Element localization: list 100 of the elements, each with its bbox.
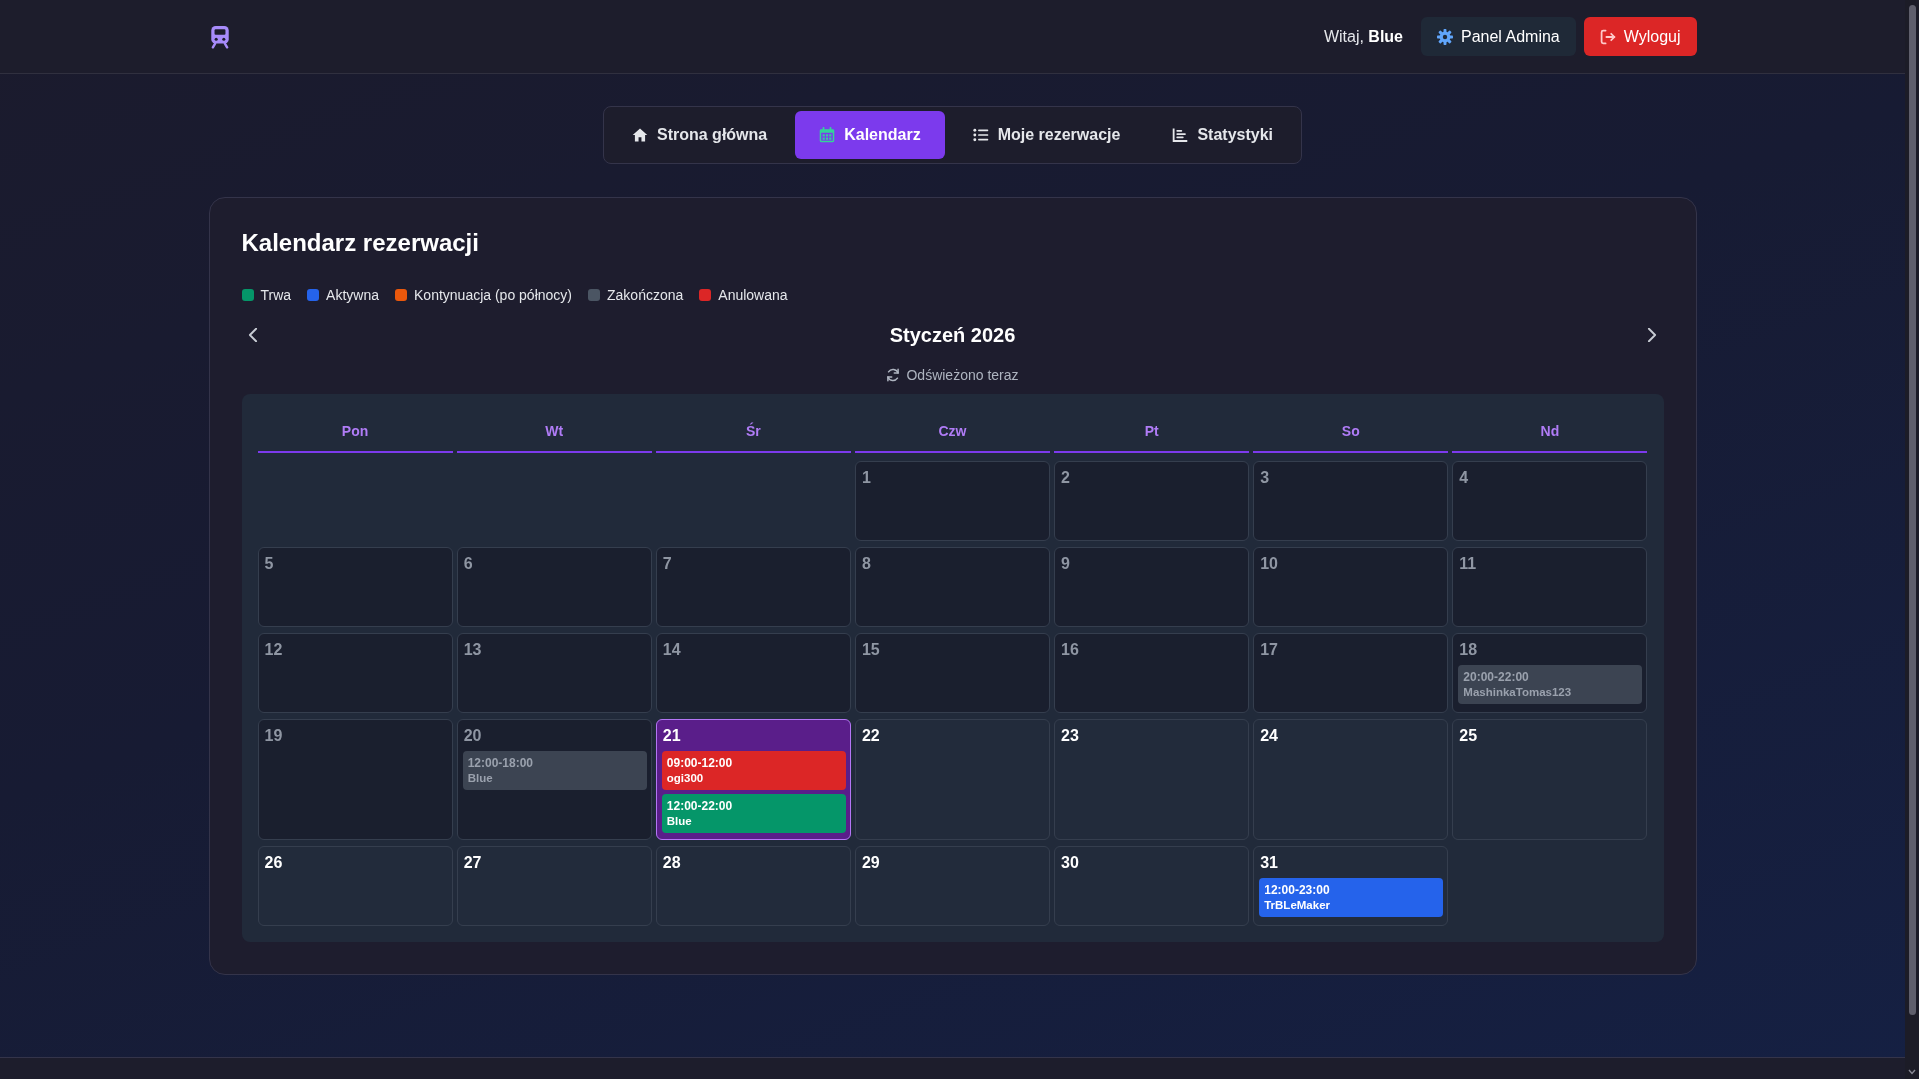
weekday-header: Pt — [1054, 410, 1250, 453]
reservation-chip[interactable]: 09:00-12:00 ogi300 — [661, 751, 846, 790]
day-cell[interactable]: 4 — [1452, 461, 1648, 541]
day-cell[interactable]: 21 09:00-12:00 ogi300 12:00-22:00 Blue — [655, 719, 851, 840]
day-cell[interactable]: 5 — [257, 547, 453, 627]
weekday-header: Pon — [257, 410, 453, 453]
scrollbar-thumb[interactable] — [1908, 5, 1916, 1015]
nav-tab[interactable]: Statystyki — [1148, 111, 1297, 159]
reservation-user: Blue — [666, 814, 693, 829]
reservation-chip[interactable]: 12:00-23:00 TrBLeMaker — [1259, 878, 1444, 917]
list-icon — [972, 127, 989, 143]
logout-button[interactable]: Wyloguj — [1583, 17, 1697, 56]
day-cell[interactable]: 23 — [1054, 719, 1250, 840]
month-title: Styczeń 2026 — [889, 323, 1016, 348]
day-number: 11 — [1458, 554, 1478, 574]
legend-label: Trwa — [260, 286, 292, 305]
day-cell[interactable]: 11 — [1452, 547, 1648, 627]
nav-tab[interactable]: Strona główna — [608, 111, 792, 159]
day-cell[interactable]: 28 — [655, 846, 851, 926]
weekday-header: Wt — [456, 410, 652, 453]
day-cell[interactable]: 29 — [854, 846, 1051, 926]
day-number: 5 — [263, 554, 275, 574]
day-cell[interactable]: 14 — [655, 633, 851, 713]
reservation-time: 12:00-23:00 — [1264, 882, 1331, 898]
day-number: 14 — [661, 640, 682, 660]
refresh-icon — [886, 368, 901, 382]
nav-tab[interactable]: Kalendarz — [795, 111, 945, 159]
legend-label: Aktywna — [326, 286, 379, 305]
day-cell[interactable]: 3 — [1253, 461, 1449, 541]
day-cell[interactable]: 10 — [1253, 547, 1449, 627]
day-number: 13 — [462, 640, 483, 660]
day-cell[interactable]: 20 12:00-18:00 Blue — [456, 719, 652, 840]
scrollbar[interactable] — [1905, 0, 1919, 1079]
day-number: 22 — [860, 726, 881, 746]
weekday-header: So — [1253, 410, 1449, 453]
day-cell[interactable]: 16 — [1054, 633, 1250, 713]
day-cell[interactable]: 15 — [854, 633, 1051, 713]
day-number: 30 — [1060, 853, 1080, 873]
reservation-chip[interactable]: 12:00-18:00 Blue — [462, 751, 647, 790]
day-cell[interactable]: 19 — [257, 719, 453, 840]
reservation-user: MashinkaTomas123 — [1463, 685, 1573, 700]
nav-tab[interactable]: Moje rezerwacje — [948, 111, 1145, 159]
chevron-down-icon — [1908, 1069, 1916, 1075]
day-number: 25 — [1458, 726, 1479, 746]
reservation-time: 20:00-22:00 — [1463, 669, 1530, 685]
legend-label: Anulowana — [718, 286, 788, 305]
day-cell[interactable]: 8 — [854, 547, 1051, 627]
day-cell[interactable]: 25 — [1452, 719, 1648, 840]
bar-chart-icon — [1172, 127, 1189, 143]
day-cell[interactable]: 27 — [456, 846, 652, 926]
reservation-time: 12:00-22:00 — [666, 798, 734, 814]
weekday-header: Śr — [655, 410, 851, 453]
reservation-chip[interactable]: 12:00-22:00 Blue — [661, 794, 846, 833]
day-number: 12 — [263, 640, 284, 660]
day-number: 17 — [1259, 640, 1279, 660]
day-number: 28 — [661, 853, 682, 873]
day-cell[interactable]: 18 20:00-22:00 MashinkaTomas123 — [1452, 633, 1648, 713]
day-number: 10 — [1259, 554, 1279, 574]
day-cell[interactable]: 9 — [1054, 547, 1250, 627]
day-cell[interactable]: 24 — [1253, 719, 1449, 840]
house-icon — [632, 127, 648, 143]
legend-label: Zakończona — [607, 286, 684, 305]
greeting-text: Witaj, Blue — [1323, 26, 1403, 47]
day-number: 21 — [661, 726, 682, 746]
day-cell[interactable]: 2 — [1054, 461, 1250, 541]
day-cell[interactable]: 26 — [257, 846, 453, 926]
day-cell[interactable]: 1 — [854, 461, 1051, 541]
legend-label: Kontynuacja (po północy) — [414, 286, 572, 305]
day-cell[interactable]: 31 12:00-23:00 TrBLeMaker — [1253, 846, 1449, 926]
refresh-status-text: Odświeżono teraz — [906, 366, 1019, 385]
train-icon[interactable] — [208, 24, 231, 49]
reservation-time: 12:00-18:00 — [467, 755, 535, 771]
day-number: 31 — [1259, 853, 1279, 873]
day-number: 19 — [263, 726, 284, 746]
day-cell[interactable]: 17 — [1253, 633, 1449, 713]
day-number: 18 — [1458, 640, 1479, 660]
day-number: 16 — [1060, 640, 1080, 660]
day-cell[interactable]: 22 — [854, 719, 1051, 840]
calendar-title: Kalendarz rezerwacji — [241, 228, 480, 257]
reservation-chip[interactable]: 20:00-22:00 MashinkaTomas123 — [1458, 665, 1643, 704]
day-cell[interactable]: 12 — [257, 633, 453, 713]
day-cell[interactable]: 6 — [456, 547, 652, 627]
day-number: 1 — [860, 468, 872, 488]
weekday-header: Czw — [854, 410, 1051, 453]
day-cell[interactable]: 30 — [1054, 846, 1250, 926]
day-number: 23 — [1060, 726, 1080, 746]
admin-panel-button[interactable]: Panel Admina — [1421, 17, 1576, 56]
reservation-user: ogi300 — [666, 771, 705, 786]
day-number: 20 — [462, 726, 483, 746]
day-cell[interactable]: 7 — [655, 547, 851, 627]
day-number: 15 — [860, 640, 881, 660]
day-number: 29 — [860, 853, 881, 873]
day-number: 2 — [1060, 468, 1071, 488]
day-number: 8 — [860, 554, 872, 574]
logout-icon — [1599, 28, 1616, 45]
day-number: 26 — [263, 853, 284, 873]
calendar-icon — [819, 127, 836, 143]
reservation-user: TrBLeMaker — [1264, 898, 1332, 913]
settings-icon — [1437, 28, 1453, 45]
day-cell[interactable]: 13 — [456, 633, 652, 713]
